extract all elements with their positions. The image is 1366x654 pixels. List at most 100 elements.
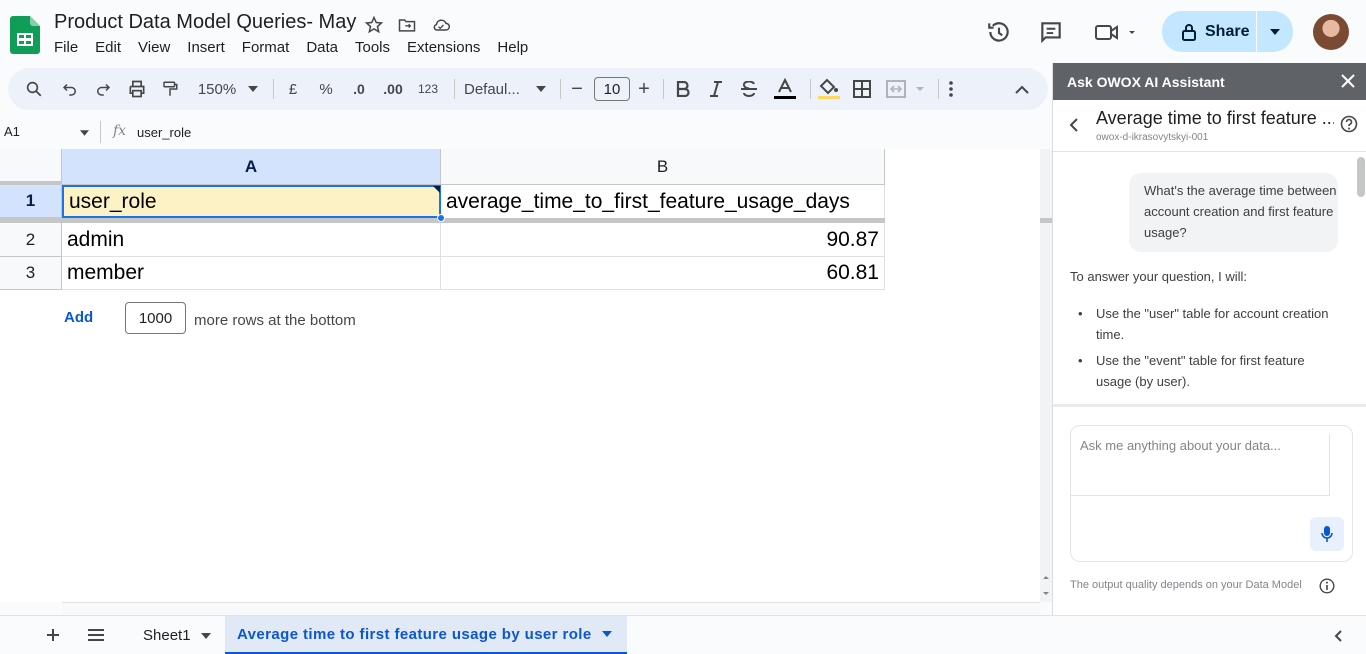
answer-point: Use the "event" table for first feature …: [1078, 350, 1340, 392]
share-dropdown-button[interactable]: [1257, 28, 1293, 35]
collapse-menus-icon[interactable]: [1012, 68, 1032, 110]
decrease-font-size-button[interactable]: −: [568, 68, 586, 110]
cell-b1[interactable]: average_time_to_first_feature_usage_days: [441, 185, 885, 218]
minus-label: −: [571, 77, 583, 100]
strikethrough-icon[interactable]: [739, 68, 759, 110]
sheet-tab[interactable]: Sheet1: [143, 616, 211, 654]
add-rows-button[interactable]: Add: [64, 309, 93, 326]
horizontal-scrollbar[interactable]: [62, 602, 1040, 615]
format-currency-button[interactable]: £: [283, 68, 303, 110]
cloud-saved-icon[interactable]: [430, 15, 452, 35]
mic-button[interactable]: [1310, 517, 1344, 551]
text-color-icon[interactable]: [772, 68, 798, 110]
assistant-answer: To answer your question, I will: Use the…: [1070, 266, 1340, 397]
paint-format-icon[interactable]: [158, 68, 182, 110]
chevron-down-icon[interactable]: [246, 68, 260, 110]
print-icon[interactable]: [125, 68, 149, 110]
back-chevron-icon[interactable]: [1069, 117, 1079, 133]
document-title[interactable]: Product Data Model Queries- May: [54, 11, 356, 34]
star-icon[interactable]: [364, 15, 384, 35]
cell-a3[interactable]: member: [62, 257, 441, 290]
show-side-panel-chevron-icon[interactable]: [1334, 630, 1342, 642]
fill-color-icon[interactable]: [816, 68, 842, 110]
menu-tools[interactable]: Tools: [355, 38, 390, 58]
undo-icon[interactable]: [58, 68, 82, 110]
menu-edit[interactable]: Edit: [95, 38, 121, 58]
spreadsheet-grid[interactable]: A B 1 2 3 user_role average_time_to_firs…: [0, 149, 1052, 602]
add-rows-label: more rows at the bottom: [194, 312, 356, 329]
select-all-corner[interactable]: [0, 149, 62, 185]
cell-a2[interactable]: admin: [62, 223, 441, 257]
menu-format[interactable]: Format: [242, 38, 290, 58]
increase-decimal-label: .00: [383, 81, 403, 97]
panel-header: Ask OWOX AI Assistant: [1053, 63, 1366, 100]
cell-b2[interactable]: 90.87: [441, 223, 885, 257]
answer-intro: To answer your question, I will:: [1070, 269, 1248, 284]
zoom-select[interactable]: 150%: [192, 68, 242, 110]
menu-insert[interactable]: Insert: [187, 38, 225, 58]
chat-scrollbar[interactable]: [1357, 157, 1365, 197]
column-header-a[interactable]: A: [62, 149, 441, 185]
vertical-scroll-arrows[interactable]: [1040, 570, 1052, 602]
row-header-3[interactable]: 3: [0, 257, 62, 290]
currency-symbol: £: [288, 80, 298, 98]
cell-b3[interactable]: 60.81: [441, 257, 885, 290]
chat-title: Average time to first feature ...: [1096, 108, 1334, 128]
sheets-logo-icon[interactable]: [10, 16, 40, 54]
meet-camera-icon[interactable]: [1094, 19, 1136, 45]
borders-icon[interactable]: [851, 68, 873, 110]
share-button[interactable]: Share: [1162, 11, 1293, 52]
menu-bar: File Edit View Insert Format Data Tools …: [54, 38, 545, 58]
search-menus-icon[interactable]: [22, 68, 46, 110]
formula-input[interactable]: user_role: [137, 125, 191, 140]
row-header-1[interactable]: 1: [0, 185, 62, 218]
sheet-tab-chevron-icon[interactable]: [200, 632, 211, 639]
move-folder-icon[interactable]: [397, 15, 417, 35]
number-format-label: 123: [417, 82, 439, 96]
comments-icon[interactable]: [1038, 19, 1064, 45]
user-message: What's the average time between account …: [1129, 173, 1338, 252]
redo-icon[interactable]: [91, 68, 115, 110]
font-size-input[interactable]: 10: [594, 77, 630, 101]
menu-extensions[interactable]: Extensions: [407, 38, 480, 58]
close-icon[interactable]: [1339, 72, 1357, 90]
bold-icon[interactable]: [673, 68, 693, 110]
menu-help[interactable]: Help: [497, 38, 528, 58]
add-rows-count-input[interactable]: 1000: [125, 302, 186, 334]
row-header-2[interactable]: 2: [0, 223, 62, 257]
menu-file[interactable]: File: [54, 38, 78, 58]
increase-font-size-button[interactable]: +: [635, 68, 653, 110]
format-percent-button[interactable]: %: [316, 68, 336, 110]
menu-view[interactable]: View: [138, 38, 170, 58]
menu-data[interactable]: Data: [306, 38, 338, 58]
info-icon[interactable]: [1319, 578, 1335, 594]
cell-a1[interactable]: user_role: [62, 185, 441, 218]
output-quality-note: The output quality depends on your Data …: [1070, 579, 1302, 591]
version-history-icon[interactable]: [986, 19, 1012, 45]
name-box[interactable]: A1: [4, 124, 20, 139]
more-vertical-icon[interactable]: [944, 68, 958, 110]
font-chevron-icon[interactable]: [534, 68, 548, 110]
avatar[interactable]: [1313, 14, 1349, 50]
italic-icon[interactable]: [706, 68, 726, 110]
percent-symbol: %: [319, 80, 333, 98]
chat-subtitle: owox-d-ikrasovytskyi-001: [1096, 132, 1209, 143]
toolbar: 150% £ % .0 .00 123 Defaul... − 10 +: [8, 68, 1048, 110]
caret-down-icon: [1270, 28, 1280, 35]
decrease-decimal-button[interactable]: .0: [346, 68, 372, 110]
sheet-tabs-bar: Sheet1 Average time to first feature usa…: [0, 615, 1366, 654]
name-box-chevron-icon[interactable]: [80, 130, 89, 136]
more-formats-button[interactable]: 123: [416, 68, 440, 110]
font-select[interactable]: Defaul...: [464, 68, 534, 110]
add-sheet-icon[interactable]: [46, 628, 60, 642]
increase-decimal-button[interactable]: .00: [380, 68, 406, 110]
sheet-tab-active[interactable]: Average time to first feature usage by u…: [225, 616, 627, 654]
column-header-b[interactable]: B: [441, 149, 885, 185]
help-icon[interactable]: [1340, 115, 1358, 133]
font-size-value: 10: [603, 80, 621, 98]
all-sheets-menu-icon[interactable]: [87, 629, 105, 641]
merge-cells-icon[interactable]: [884, 68, 930, 110]
sheet-tab-chevron-icon[interactable]: [601, 631, 612, 637]
assistant-panel: Ask OWOX AI Assistant Average time to fi…: [1052, 63, 1366, 615]
chat-input[interactable]: Ask me anything about your data...: [1071, 434, 1330, 496]
